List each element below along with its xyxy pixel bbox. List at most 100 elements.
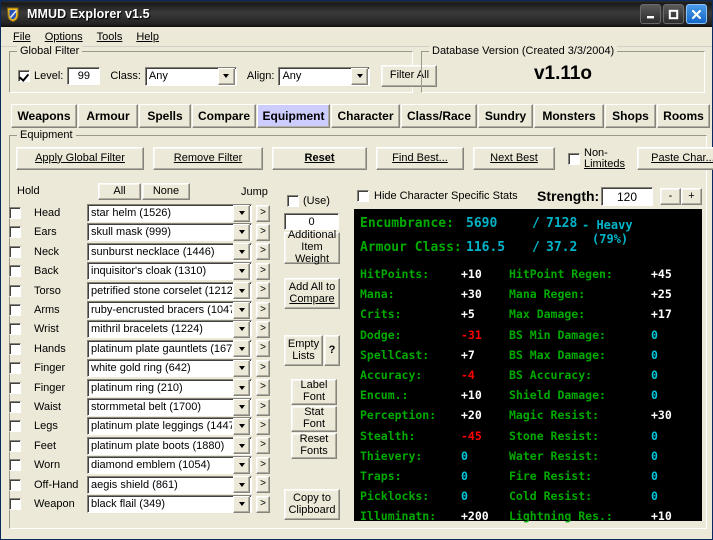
hold-checkbox[interactable] bbox=[9, 401, 21, 413]
hold-checkbox[interactable] bbox=[9, 265, 21, 278]
chevron-down-icon[interactable] bbox=[233, 437, 250, 455]
menu-options[interactable]: Options bbox=[38, 30, 90, 44]
tab-class-race[interactable]: Class/Race bbox=[401, 104, 477, 128]
hold-checkbox[interactable] bbox=[9, 342, 21, 355]
label-font-button[interactable]: Label Font bbox=[291, 379, 337, 405]
chevron-down-icon[interactable] bbox=[233, 301, 250, 319]
hold-checkbox-wrap[interactable] bbox=[1, 498, 29, 510]
hide-char-stats-checkbox[interactable] bbox=[357, 190, 369, 202]
level-input[interactable]: 99 bbox=[67, 67, 101, 85]
jump-button[interactable]: > bbox=[256, 223, 270, 241]
hold-checkbox-wrap[interactable] bbox=[1, 459, 29, 472]
remove-filter-button[interactable]: Remove Filter bbox=[153, 147, 263, 170]
class-select[interactable]: Any bbox=[144, 66, 237, 86]
paste-char-button[interactable]: Paste Char... bbox=[636, 147, 713, 170]
jump-button[interactable]: > bbox=[256, 379, 270, 397]
hold-checkbox[interactable] bbox=[9, 381, 21, 394]
hold-checkbox[interactable] bbox=[9, 207, 21, 219]
empty-lists-button[interactable]: Empty Lists bbox=[284, 335, 323, 366]
select-none-button[interactable]: None bbox=[142, 183, 190, 200]
slot-item-select[interactable]: inquisitor's cloak (1310) bbox=[87, 262, 252, 281]
hold-checkbox-wrap[interactable] bbox=[1, 439, 29, 452]
slot-item-select[interactable]: diamond emblem (1054) bbox=[87, 456, 252, 475]
help-button[interactable]: ? bbox=[324, 335, 340, 366]
non-limiteds-checkbox-wrap[interactable]: Non- Limiteds bbox=[568, 147, 625, 170]
hold-checkbox[interactable] bbox=[9, 323, 21, 336]
slot-item-select[interactable]: platinum plate boots (1880) bbox=[87, 436, 252, 455]
slot-item-select[interactable]: skull mask (999) bbox=[87, 223, 252, 242]
hold-checkbox-wrap[interactable] bbox=[1, 245, 29, 258]
chevron-down-icon[interactable] bbox=[233, 223, 250, 241]
chevron-down-icon[interactable] bbox=[217, 67, 235, 85]
chevron-down-icon[interactable] bbox=[233, 282, 250, 300]
jump-button[interactable]: > bbox=[256, 204, 270, 222]
jump-button[interactable]: > bbox=[256, 495, 270, 513]
chevron-down-icon[interactable] bbox=[233, 379, 250, 397]
slot-item-select[interactable]: platinum plate gauntlets (1679) bbox=[87, 339, 252, 358]
jump-button[interactable]: > bbox=[256, 437, 270, 455]
jump-button[interactable]: > bbox=[256, 282, 270, 300]
menu-help[interactable]: Help bbox=[129, 30, 166, 44]
chevron-down-icon[interactable] bbox=[233, 417, 250, 435]
find-best-button[interactable]: Find Best... bbox=[376, 147, 464, 170]
slot-item-select[interactable]: mithril bracelets (1224) bbox=[87, 320, 252, 339]
tab-spells[interactable]: Spells bbox=[139, 104, 191, 128]
hold-checkbox[interactable] bbox=[9, 284, 21, 297]
tab-rooms[interactable]: Rooms bbox=[657, 104, 710, 128]
hold-checkbox-wrap[interactable] bbox=[1, 478, 29, 491]
stat-font-button[interactable]: Stat Font bbox=[291, 406, 337, 432]
copy-to-clipboard-button[interactable]: Copy to Clipboard bbox=[284, 489, 340, 520]
chevron-down-icon[interactable] bbox=[233, 243, 250, 261]
jump-button[interactable]: > bbox=[256, 243, 270, 261]
chevron-down-icon[interactable] bbox=[233, 476, 250, 494]
strength-decrement-button[interactable]: - bbox=[660, 188, 681, 205]
jump-button[interactable]: > bbox=[256, 340, 270, 358]
tab-weapons[interactable]: Weapons bbox=[11, 104, 77, 128]
hold-checkbox[interactable] bbox=[9, 439, 21, 452]
slot-item-select[interactable]: white gold ring (642) bbox=[87, 359, 252, 378]
tab-armour[interactable]: Armour bbox=[78, 104, 138, 128]
slot-item-select[interactable]: sunburst necklace (1446) bbox=[87, 242, 252, 261]
hold-checkbox-wrap[interactable] bbox=[1, 207, 29, 219]
hold-checkbox[interactable] bbox=[9, 478, 21, 491]
apply-global-filter-button[interactable]: Apply Global Filter bbox=[16, 147, 144, 170]
hold-checkbox[interactable] bbox=[9, 245, 21, 258]
use-checkbox-wrap[interactable]: (Use) bbox=[287, 195, 330, 207]
jump-button[interactable]: > bbox=[256, 301, 270, 319]
slot-item-select[interactable]: platinum plate leggings (1447) bbox=[87, 417, 252, 436]
hold-checkbox-wrap[interactable] bbox=[1, 401, 29, 413]
hold-checkbox[interactable] bbox=[9, 304, 21, 316]
chevron-down-icon[interactable] bbox=[233, 495, 250, 513]
slot-item-select[interactable]: aegis shield (861) bbox=[87, 475, 252, 494]
tab-shops[interactable]: Shops bbox=[605, 104, 656, 128]
jump-button[interactable]: > bbox=[256, 456, 270, 474]
menu-tools[interactable]: Tools bbox=[90, 30, 130, 44]
hold-checkbox-wrap[interactable] bbox=[1, 265, 29, 278]
jump-button[interactable]: > bbox=[256, 320, 270, 338]
chevron-down-icon[interactable] bbox=[233, 320, 250, 338]
hold-checkbox[interactable] bbox=[9, 362, 21, 375]
chevron-down-icon[interactable] bbox=[233, 340, 250, 358]
additional-item-weight-button[interactable]: Additional Item Weight bbox=[284, 229, 340, 265]
use-checkbox[interactable] bbox=[287, 195, 299, 207]
hold-checkbox[interactable] bbox=[9, 226, 21, 239]
hold-checkbox[interactable] bbox=[9, 498, 21, 510]
hide-char-stats-wrap[interactable]: Hide Character Specific Stats bbox=[357, 190, 518, 202]
hold-checkbox-wrap[interactable] bbox=[1, 304, 29, 316]
jump-button[interactable]: > bbox=[256, 417, 270, 435]
jump-button[interactable]: > bbox=[256, 398, 270, 416]
tab-sundry[interactable]: Sundry bbox=[478, 104, 533, 128]
chevron-down-icon[interactable] bbox=[233, 359, 250, 377]
jump-button[interactable]: > bbox=[256, 476, 270, 494]
reset-button[interactable]: Reset bbox=[272, 147, 367, 170]
close-button[interactable] bbox=[686, 4, 707, 24]
level-checkbox[interactable] bbox=[18, 70, 30, 82]
minimize-button[interactable] bbox=[640, 4, 661, 24]
slot-item-select[interactable]: petrified stone corselet (1212) bbox=[87, 281, 252, 300]
tab-compare[interactable]: Compare bbox=[192, 104, 256, 128]
hold-checkbox-wrap[interactable] bbox=[1, 323, 29, 336]
maximize-button[interactable] bbox=[663, 4, 684, 24]
hold-checkbox-wrap[interactable] bbox=[1, 362, 29, 375]
strength-increment-button[interactable]: + bbox=[681, 188, 702, 205]
jump-button[interactable]: > bbox=[256, 359, 270, 377]
